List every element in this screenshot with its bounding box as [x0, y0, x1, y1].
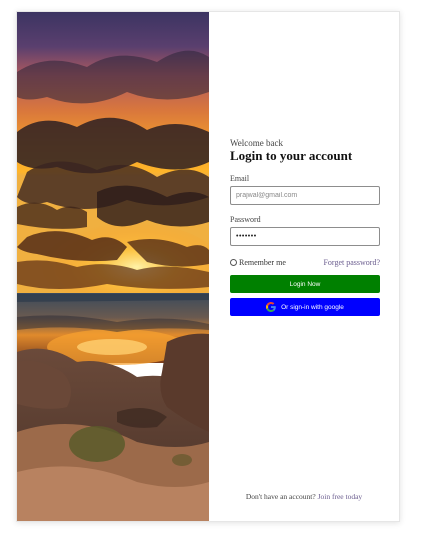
google-signin-button[interactable]: Or sign-in with google — [230, 298, 380, 316]
remember-row: Remember me Forget password? — [230, 257, 380, 267]
login-form: Welcome back Login to your account Email… — [230, 138, 380, 316]
signup-link[interactable]: Join free today — [318, 492, 363, 501]
forgot-password-link[interactable]: Forget password? — [323, 258, 380, 267]
email-input[interactable] — [230, 186, 380, 205]
remember-me-option[interactable]: Remember me — [230, 258, 286, 267]
password-input[interactable] — [230, 227, 380, 246]
remember-me-label: Remember me — [239, 257, 286, 267]
login-card: Welcome back Login to your account Email… — [16, 11, 400, 522]
form-title: Login to your account — [230, 148, 353, 163]
welcome-text: Welcome back — [230, 138, 283, 148]
hero-image — [17, 12, 209, 521]
google-button-label: Or sign-in with google — [281, 303, 344, 311]
remember-me-radio[interactable] — [230, 258, 237, 266]
form-panel: Welcome back Login to your account Email… — [209, 12, 399, 521]
login-button[interactable]: Login Now — [230, 275, 380, 293]
password-label: Password — [230, 215, 261, 224]
sunset-beach-image — [17, 12, 209, 521]
google-icon — [266, 302, 276, 312]
signup-prompt: Don't have an account? Join free today — [209, 492, 399, 501]
signup-prompt-text: Don't have an account? — [245, 492, 316, 501]
email-label: Email — [230, 174, 250, 183]
login-button-label: Login Now — [289, 280, 321, 288]
